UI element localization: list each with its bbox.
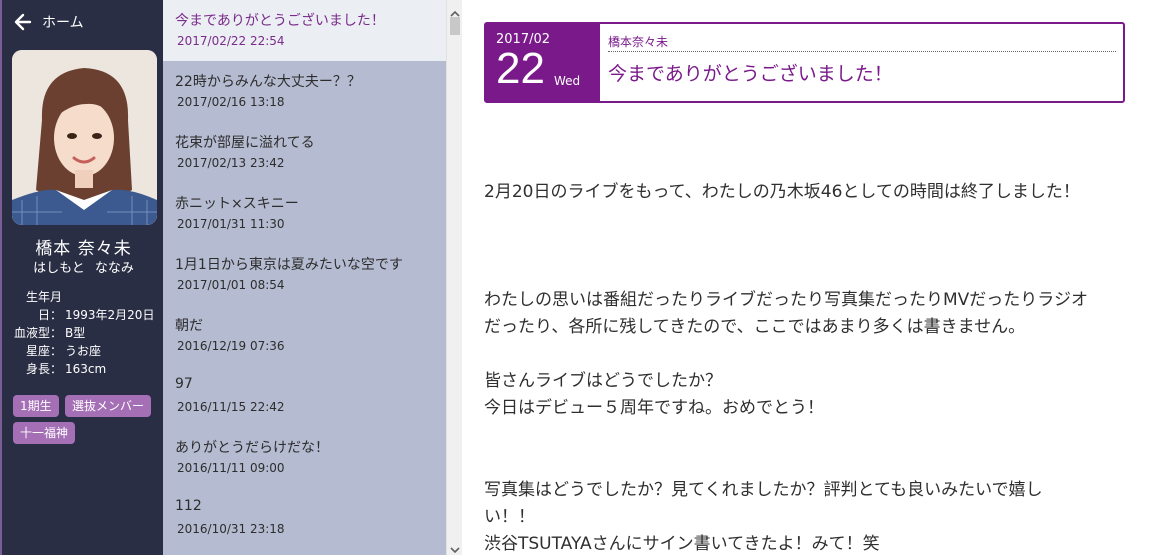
info-label: 生年月	[25, 290, 62, 304]
article-paragraph: わたしの思いは番組だったりライブだったり写真集だったりMVだったりラジオ だった…	[484, 287, 1134, 341]
arrow-left-icon	[14, 13, 32, 31]
post-list-item[interactable]: 赤ニット×スキニー 2017/01/31 11:30	[163, 183, 446, 244]
post-list-item[interactable]: 花束が部屋に溢れてる 2017/02/13 23:42	[163, 122, 446, 183]
post-list-item[interactable]: 1月1日から東京は夏みたいな空です 2017/01/01 08:54	[163, 244, 446, 305]
post-list: 今までありがとうございました！ 2017/02/22 22:54 22時からみん…	[163, 0, 446, 555]
post-list-item-title: 22時からみんな大丈夫ー？？	[175, 74, 361, 90]
info-birthday-label-row: 生年月	[12, 288, 65, 305]
article-header: 2017/02 22 Wed 橋本奈々未 今までありがとうございました！	[484, 22, 1125, 103]
article: 2017/02 22 Wed 橋本奈々未 今までありがとうございました！ 2月2…	[462, 0, 1155, 555]
article-paragraph: 2月20日のライブをもって、わたしの乃木坂46としての時間は終了しました！	[484, 179, 1134, 206]
article-line: だったり、各所に残してきたので、ここではあまり多くは書きません。	[484, 317, 1026, 337]
article-line: 渋谷TSUTAYAさんにサイン書いてきたよ！みて！笑	[484, 534, 880, 554]
profile-name: 橋本 奈々未	[35, 239, 132, 259]
post-list-item[interactable]: 22時からみんな大丈夫ー？？ 2017/02/16 13:18	[163, 61, 446, 122]
article-line: い！！	[484, 507, 535, 527]
post-list-item-date: 2017/02/22 22:54	[177, 34, 285, 48]
article-paragraph: 写真集はどうでしたか？見てくれましたか？評判とても良いみたいで嬉し い！！ 渋谷…	[484, 477, 1134, 555]
tag-generation[interactable]: 1期生	[13, 395, 59, 417]
author-name[interactable]: 橋本奈々未	[608, 33, 1116, 52]
scrollbar-thumb[interactable]	[450, 17, 460, 35]
info-value: 163cm	[65, 362, 107, 376]
chevron-up-icon[interactable]	[450, 4, 460, 17]
avatar	[12, 50, 157, 225]
post-list-item-title: 1月1日から東京は夏みたいな空です	[175, 257, 403, 273]
post-list-item-title: 赤ニット×スキニー	[175, 196, 299, 212]
post-list-item[interactable]: ありがとうだらけだな！ 2016/11/11 09:00	[163, 427, 446, 488]
post-list-item-title: 花束が部屋に溢れてる	[175, 135, 315, 151]
info-birthday-row: 日： 1993年2月20日	[12, 306, 154, 323]
post-list-item[interactable]: 朝だ 2016/12/19 07:36	[163, 305, 446, 366]
post-list-item[interactable]: 今までありがとうございました！ 2017/02/22 22:54	[163, 0, 446, 61]
post-title: 今までありがとうございました！	[608, 63, 893, 85]
article-line: 今日はデビュー５周年ですね。おめでとう！	[484, 398, 824, 418]
info-blood-row: 血液型： B型	[12, 324, 85, 341]
post-list-item-date: 2016/11/15 22:42	[177, 400, 285, 414]
post-list-item-date: 2017/02/13 23:42	[177, 156, 285, 170]
info-value: 1993年2月20日	[65, 308, 155, 322]
tag-senbatsu[interactable]: 選抜メンバー	[65, 395, 152, 417]
article-paragraph: 皆さんライブはどうでしたか？ 今日はデビュー５周年ですね。おめでとう！	[484, 368, 1134, 422]
date-box: 2017/02 22 Wed	[486, 24, 600, 101]
info-label: 血液型：	[13, 326, 62, 340]
tag-fukujin[interactable]: 十一福神	[13, 422, 76, 444]
post-list-item-title: 97	[175, 376, 193, 392]
post-list-item-title: 朝だ	[175, 318, 203, 334]
post-list-item-date: 2017/02/16 13:18	[177, 95, 285, 109]
post-list-scrollbar[interactable]	[446, 0, 462, 555]
post-list-item-title: ありがとうだらけだな！	[175, 440, 329, 456]
info-height-row: 身長： 163cm	[12, 360, 106, 377]
profile-sidebar: ホーム 橋本 奈々未 はしもと ななみ 生年月 日： 1993年2月20日 血液…	[0, 0, 163, 555]
post-list-item-date: 2017/01/01 08:54	[177, 278, 285, 292]
post-list-item-title: 今までありがとうございました！	[175, 13, 385, 29]
date-day: 22	[496, 44, 545, 93]
post-list-item-date: 2016/11/11 09:00	[177, 461, 285, 475]
article-line: わたしの思いは番組だったりライブだったり写真集だったりMVだったりラジオ	[484, 290, 1088, 310]
info-label: 星座：	[25, 344, 62, 358]
post-list-item-title: 112	[175, 498, 202, 514]
post-list-item[interactable]: 97 2016/11/15 22:42	[163, 366, 446, 427]
info-value: B型	[65, 326, 86, 340]
post-list-item-date: 2017/01/31 11:30	[177, 217, 285, 231]
article-line: 2月20日のライブをもって、わたしの乃木坂46としての時間は終了しました！	[484, 182, 1080, 202]
home-label: ホーム	[42, 15, 84, 31]
info-value: うお座	[65, 344, 102, 358]
chevron-down-icon[interactable]	[450, 540, 460, 554]
profile-kana: はしもと ななみ	[33, 261, 134, 276]
home-link[interactable]: ホーム	[14, 10, 84, 34]
post-list-item-date: 2016/12/19 07:36	[177, 339, 285, 353]
info-sign-row: 星座： うお座	[12, 342, 101, 359]
info-label: 日：	[37, 308, 62, 322]
date-weekday: Wed	[554, 74, 581, 88]
post-list-item[interactable]: 112 2016/10/31 23:18	[163, 488, 446, 549]
article-line: 写真集はどうでしたか？見てくれましたか？評判とても良いみたいで嬉し	[484, 480, 1043, 500]
article-line: 皆さんライブはどうでしたか？	[484, 371, 722, 391]
post-list-item-date: 2016/10/31 23:18	[177, 522, 285, 536]
info-label: 身長：	[25, 362, 62, 376]
